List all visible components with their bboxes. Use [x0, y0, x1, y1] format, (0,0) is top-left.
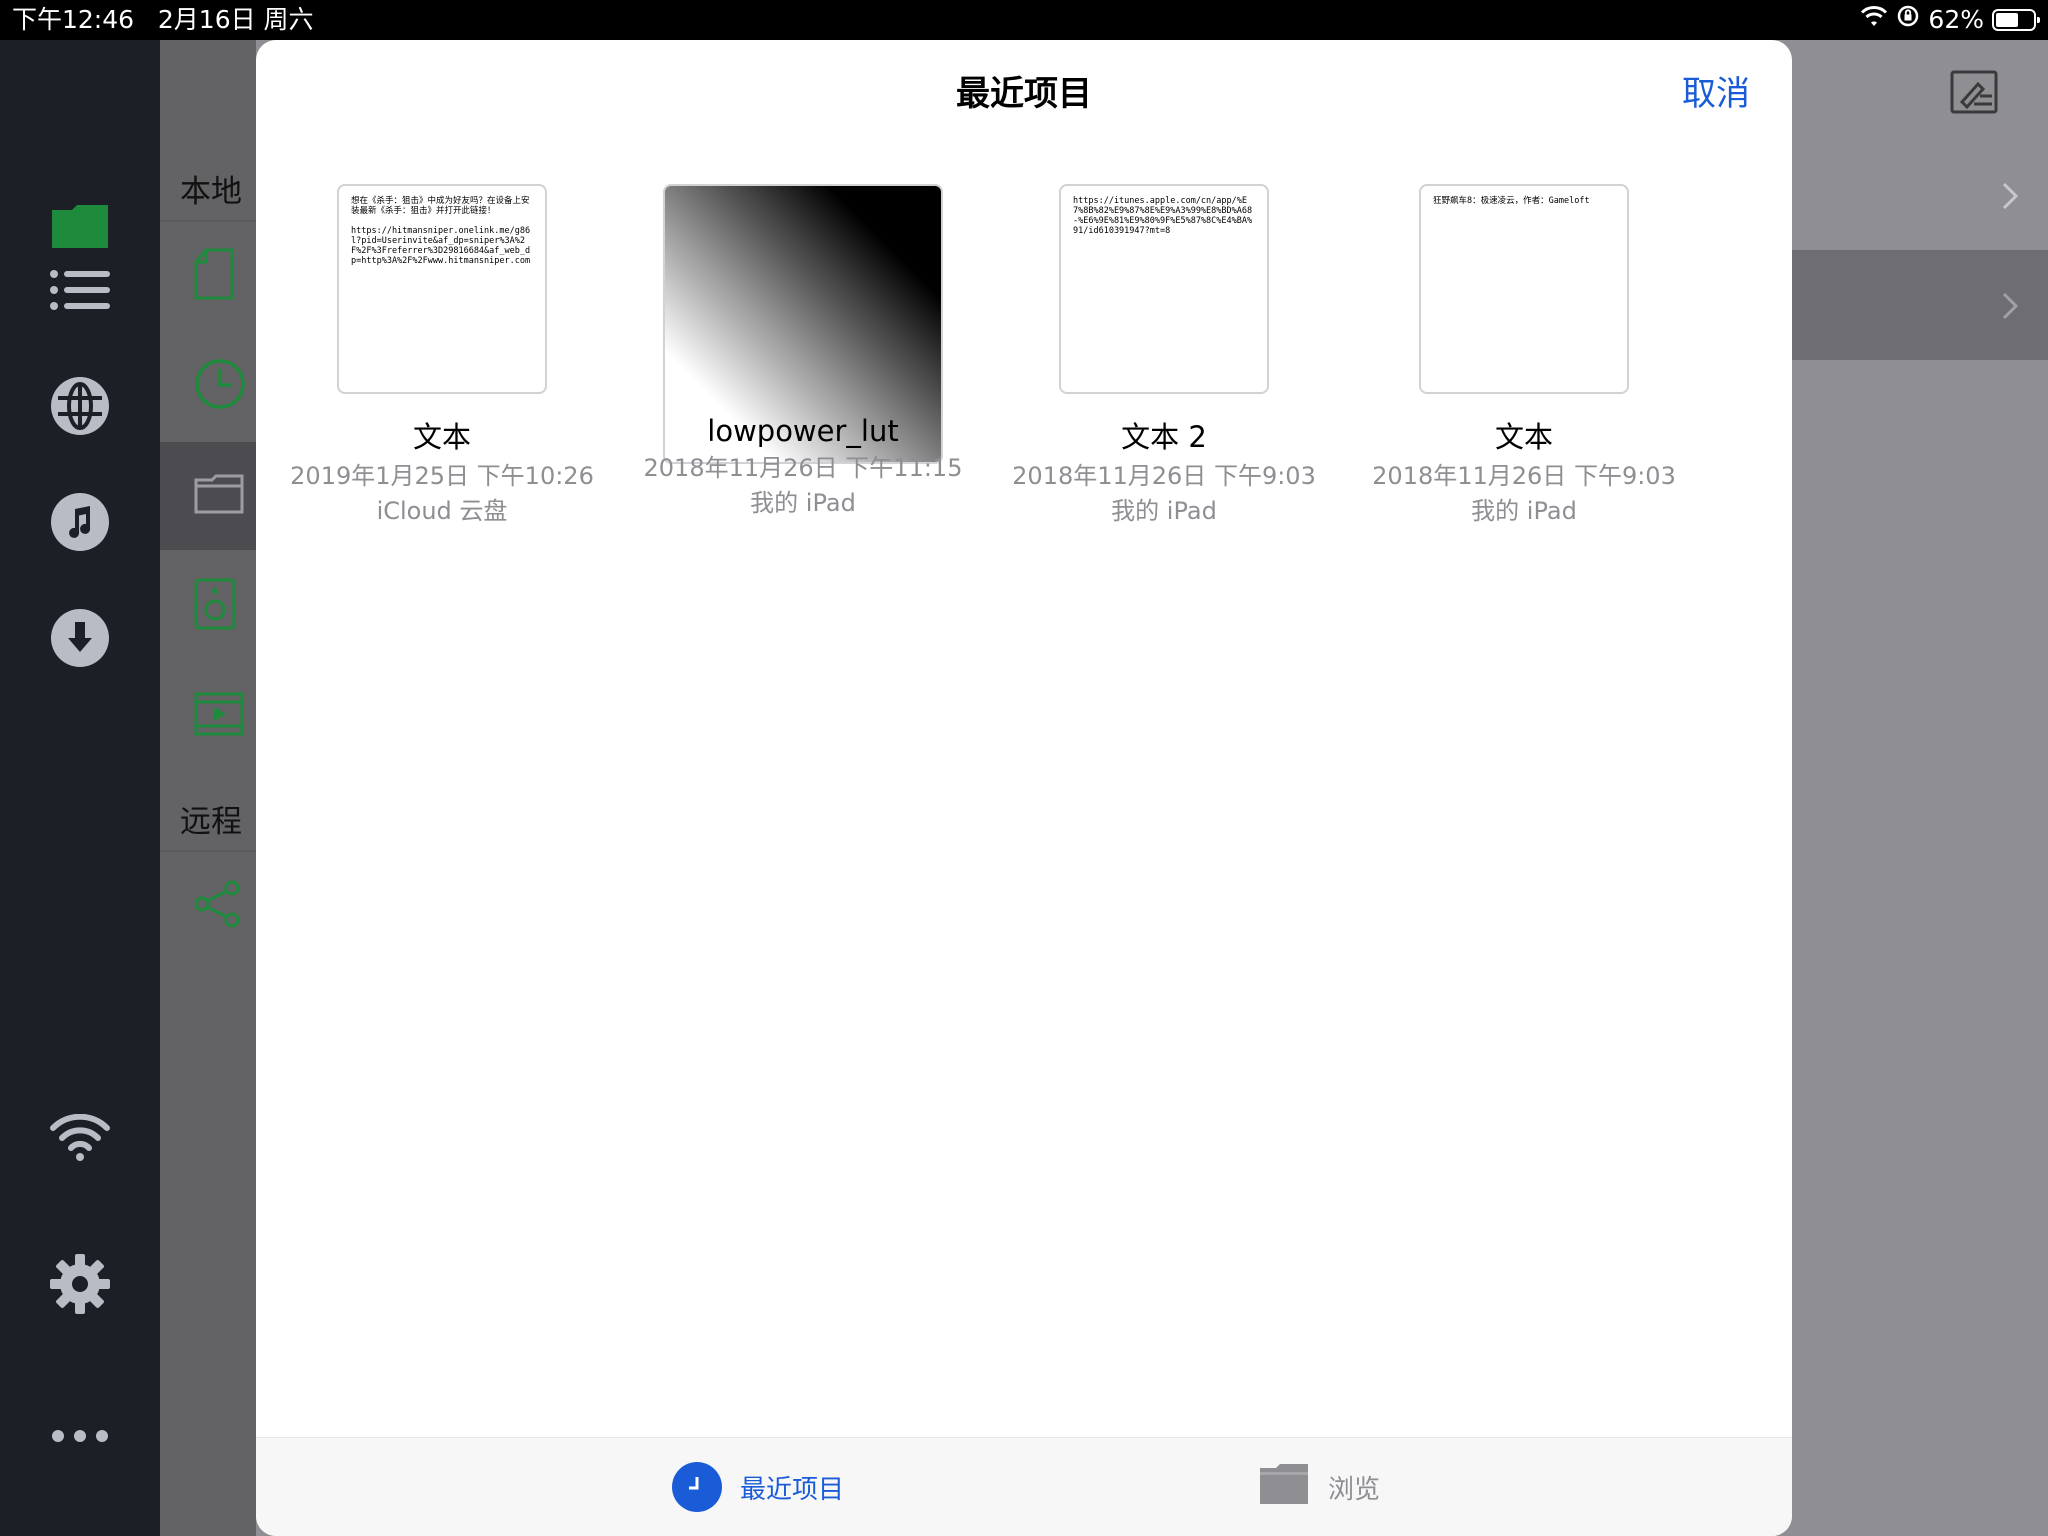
file-preview-text: https://itunes.apple.com/cn/app/%E7%8B%8…: [1073, 196, 1253, 236]
file-name: 文本 2: [1121, 420, 1207, 454]
download-icon[interactable]: [46, 604, 114, 672]
globe-icon[interactable]: [46, 372, 114, 440]
speaker-icon: [194, 578, 236, 634]
edit-icon[interactable]: [1950, 70, 1998, 118]
status-right: 62%: [1860, 0, 2040, 40]
file-location: 我的 iPad: [750, 489, 856, 517]
clock-icon: [672, 1462, 722, 1512]
file-thumbnail[interactable]: 狂野飙车8：极速凌云，作者：Gameloft: [1419, 184, 1629, 394]
file-thumbnail[interactable]: https://itunes.apple.com/cn/app/%E7%8B%8…: [1059, 184, 1269, 394]
file-meta: 文本 2018年11月26日 下午9:03 我的 iPad: [1364, 414, 1684, 526]
tab-browse-label: 浏览: [1328, 1474, 1381, 1505]
rotation-lock-icon: [1896, 0, 1920, 40]
status-bar: 下午12:46 2月16日 周六 62%: [0, 0, 2048, 40]
cancel-button[interactable]: 取消: [1682, 66, 1750, 115]
file-location: iCloud 云盘: [376, 497, 508, 525]
file-date: 2019年1月25日 下午10:26: [290, 462, 594, 490]
chevron-right-icon: [2002, 182, 2019, 214]
file-meta: 文本 2019年1月25日 下午10:26 iCloud 云盘: [282, 414, 602, 526]
app-icon-rail: [0, 40, 160, 1536]
share-row[interactable]: [160, 852, 256, 960]
more-icon[interactable]: [46, 1402, 114, 1470]
gear-icon[interactable]: [46, 1250, 114, 1318]
tab-browse[interactable]: 浏览: [1258, 1438, 1380, 1536]
video-row[interactable]: [160, 662, 256, 770]
folder-outline-icon: [194, 474, 244, 518]
document-icon: [194, 248, 234, 304]
background-content: [1790, 40, 2048, 1536]
tab-bar: 最近项目 浏览: [256, 1437, 1792, 1536]
folders-row[interactable]: [160, 442, 256, 550]
file-preview-text: 狂野飙车8：极速凌云，作者：Gameloft: [1433, 196, 1590, 206]
file-date: 2018年11月26日 下午9:03: [1372, 462, 1676, 490]
file-meta: 文本 2 2018年11月26日 下午9:03 我的 iPad: [1004, 414, 1324, 526]
music-icon[interactable]: [46, 488, 114, 556]
file-date: 2018年11月26日 下午11:15: [643, 454, 963, 482]
share-network-icon: [194, 880, 242, 932]
status-time-date: 下午12:46 2月16日 周六: [12, 5, 314, 34]
file-date: 2018年11月26日 下午9:03: [1012, 462, 1316, 490]
documents-row[interactable]: [160, 222, 256, 330]
battery-percent: 62%: [1928, 5, 1984, 34]
battery-fill: [1996, 13, 2018, 27]
speaker-row[interactable]: [160, 552, 256, 660]
tab-recent[interactable]: 最近项目: [672, 1438, 844, 1536]
list-icon[interactable]: [46, 256, 114, 324]
local-section-header: 本地: [180, 174, 242, 210]
clock-icon: [194, 358, 246, 414]
tab-recent-label: 最近项目: [740, 1474, 845, 1505]
wifi-transfer-icon[interactable]: [46, 1104, 114, 1172]
file-name: 文本: [412, 420, 471, 454]
file-preview-text: 想在《杀手：狙击》中成为好友吗？在设备上安装最新《杀手：狙击》并打开此链接！ h…: [351, 196, 531, 266]
source-panel: 本地 远程: [160, 40, 256, 1536]
chevron-right-icon: [2002, 292, 2019, 324]
battery-icon: [1992, 9, 2040, 31]
file-thumbnail[interactable]: 想在《杀手：狙击》中成为好友吗？在设备上安装最新《杀手：狙击》并打开此链接！ h…: [337, 184, 547, 394]
file-location: 我的 iPad: [1471, 497, 1577, 525]
folder-icon[interactable]: [46, 192, 114, 260]
sheet-title: 最近项目: [956, 74, 1092, 114]
remote-section-header: 远程: [180, 804, 242, 840]
file-name: lowpower_lut: [707, 414, 899, 448]
wifi-icon: [1860, 0, 1888, 40]
folder-icon: [1258, 1462, 1310, 1513]
file-name: 文本: [1494, 420, 1553, 454]
film-icon: [194, 692, 244, 740]
file-meta: lowpower_lut 2018年11月26日 下午11:15 我的 iPad: [643, 414, 963, 518]
file-location: 我的 iPad: [1111, 497, 1217, 525]
recent-items-sheet: 最近项目 取消 想在《杀手：狙击》中成为好友吗？在设备上安装最新《杀手：狙击》并…: [256, 40, 1792, 1536]
recent-row[interactable]: [160, 332, 256, 440]
